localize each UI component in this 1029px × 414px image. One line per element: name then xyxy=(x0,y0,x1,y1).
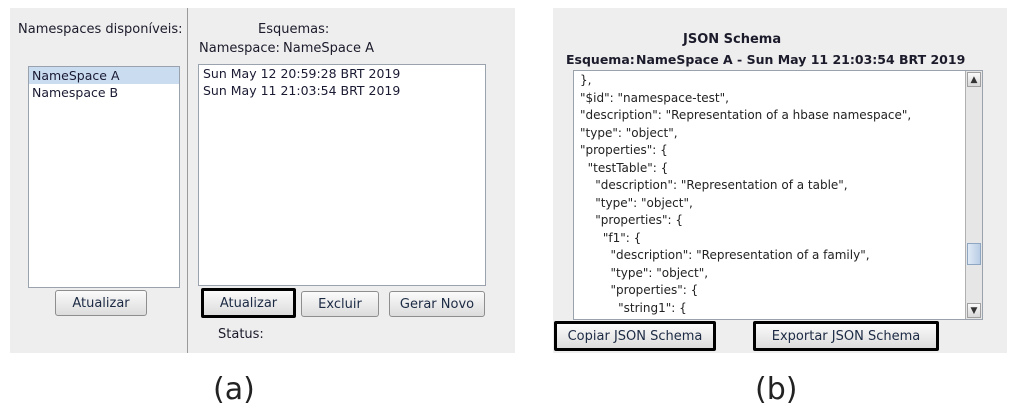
json-schema-panel: JSON Schema Esquema: NameSpace A - Sun M… xyxy=(553,8,1007,353)
code-line: "properties": { xyxy=(580,283,699,297)
export-json-schema-button[interactable]: Exportar JSON Schema xyxy=(753,321,939,351)
list-item[interactable]: Namespace B xyxy=(29,84,179,101)
code-line: "testTable": { xyxy=(580,160,669,175)
vertical-scrollbar[interactable]: ▲ ▼ xyxy=(965,71,982,319)
code-line: "description": "Representation of a hbas… xyxy=(580,108,912,122)
list-item[interactable]: Sun May 12 20:59:28 BRT 2019 xyxy=(199,65,485,82)
list-item[interactable]: Sun May 11 21:03:54 BRT 2019 xyxy=(199,82,485,99)
code-line: }, xyxy=(580,73,592,87)
schemas-list[interactable]: Sun May 12 20:59:28 BRT 2019 Sun May 11 … xyxy=(198,64,486,286)
code-line: "$id": "namespace-test", xyxy=(580,90,729,105)
namespace-prefix: Namespace: xyxy=(199,41,280,56)
namespace-value: NameSpace A xyxy=(283,41,374,56)
json-schema-title: JSON Schema xyxy=(683,32,782,47)
code-line: "description": "Representation of a tabl… xyxy=(580,178,848,192)
caption-b: (b) xyxy=(755,372,798,407)
schema-prefix: Esquema: xyxy=(566,52,635,67)
refresh-schemas-button[interactable]: Atualizar xyxy=(201,288,296,318)
code-line: "properties": { xyxy=(580,143,668,157)
code-line: "string1": { xyxy=(580,300,687,315)
status-label: Status: xyxy=(218,327,264,342)
code-line: "type": "object", xyxy=(580,265,709,280)
namespaces-list[interactable]: NameSpace A Namespace B xyxy=(28,66,180,288)
namespaces-label: Namespaces disponíveis: xyxy=(18,22,183,37)
panel-divider xyxy=(187,8,188,353)
caption-a: (a) xyxy=(213,372,255,407)
scroll-thumb[interactable] xyxy=(967,243,981,265)
scroll-down-icon[interactable]: ▼ xyxy=(967,303,981,318)
code-line: "type": "object", xyxy=(580,195,693,210)
code-line: "type": "object", xyxy=(580,125,678,140)
copy-json-schema-button[interactable]: Copiar JSON Schema xyxy=(554,321,716,351)
code-line: "properties": { xyxy=(580,213,684,227)
schema-value: NameSpace A - Sun May 11 21:03:54 BRT 20… xyxy=(636,52,966,67)
list-item[interactable]: NameSpace A xyxy=(29,67,179,84)
namespaces-panel: Namespaces disponíveis: NameSpace A Name… xyxy=(10,8,515,353)
json-schema-textarea[interactable]: }, "$id": "namespace-test", "description":… xyxy=(573,70,983,320)
generate-new-button[interactable]: Gerar Novo xyxy=(389,291,485,317)
scroll-up-icon[interactable]: ▲ xyxy=(967,72,981,87)
refresh-namespaces-button[interactable]: Atualizar xyxy=(55,290,147,316)
code-line: "description": "Representation of a fami… xyxy=(580,248,870,262)
delete-button[interactable]: Excluir xyxy=(301,291,379,317)
code-line: "f1": { xyxy=(580,230,642,245)
schemas-title: Esquemas: xyxy=(258,22,330,37)
